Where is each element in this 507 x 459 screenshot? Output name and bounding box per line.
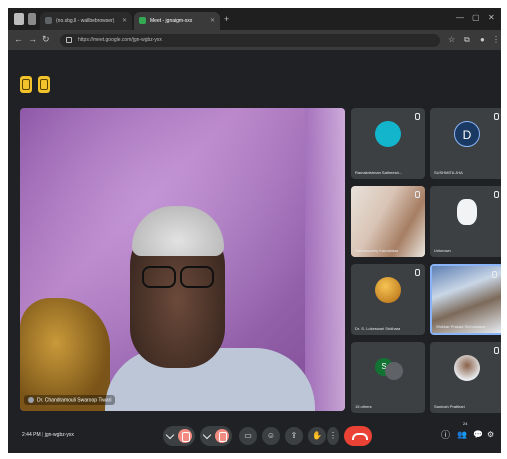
raise-hand-icon: ✋ bbox=[312, 431, 322, 440]
profile-icon[interactable] bbox=[28, 13, 36, 25]
mic-off-icon bbox=[494, 191, 499, 198]
meeting-controls-bar: 2:44 PM | jgn-wgbz-yxx ▭ ☺ ⇪ ✋ ⋮ ⓘ 👥 24 … bbox=[8, 418, 501, 453]
participant-video bbox=[351, 186, 425, 257]
participant-avatar bbox=[457, 199, 477, 225]
info-icon[interactable]: ⓘ bbox=[441, 428, 450, 442]
participant-video bbox=[432, 266, 501, 333]
emoji-button[interactable]: ☺ bbox=[262, 427, 280, 445]
tab-label: (no.sbg.ll - wallbebrowser) bbox=[56, 18, 115, 24]
raise-hand-button[interactable]: ✋ bbox=[308, 427, 326, 445]
participant-tile-group[interactable]: S 15 others bbox=[351, 342, 425, 413]
browser-tab-2[interactable]: Meet - jgnaigm-xxx ✕ bbox=[134, 12, 220, 30]
browser-tab-1[interactable]: (no.sbg.ll - wallbebrowser) ✕ bbox=[40, 12, 132, 30]
meet-favicon-icon bbox=[139, 17, 146, 24]
mic-off-icon bbox=[415, 269, 420, 276]
mic-off-icon bbox=[494, 113, 499, 120]
emoji-icon: ☺ bbox=[266, 431, 276, 440]
participant-tile[interactable]: Santosh Pratihari bbox=[430, 342, 501, 413]
lock-icon bbox=[66, 37, 72, 43]
speaker-hair bbox=[132, 206, 224, 256]
browser-tab-bar: (no.sbg.ll - wallbebrowser) ✕ Meet - jgn… bbox=[8, 8, 501, 30]
participant-avatar bbox=[454, 355, 480, 381]
camera-toggle-button[interactable] bbox=[200, 426, 232, 446]
participant-name: Shikhar Prasad Shrivastava bbox=[436, 324, 486, 329]
close-window-icon[interactable]: ✕ bbox=[488, 12, 495, 24]
recording-indicator-icon[interactable] bbox=[20, 76, 32, 93]
activities-icon[interactable]: ⚙ bbox=[487, 428, 494, 442]
chevron-down-icon[interactable] bbox=[202, 430, 212, 440]
transcript-indicator-icon[interactable] bbox=[38, 76, 50, 93]
tab-label: Meet - jgnaigm-xxx bbox=[150, 18, 193, 24]
more-options-button[interactable]: ⋮ bbox=[327, 427, 339, 445]
people-count-badge: 24 bbox=[463, 421, 468, 426]
main-speaker-name-text: Dr. Chandramouli Swaroop Tiwari bbox=[37, 397, 112, 404]
bookmark-icon[interactable]: ☆ bbox=[448, 34, 455, 45]
participant-avatar bbox=[375, 121, 401, 147]
participant-name: Ramakrishnan Satheesh... bbox=[355, 170, 403, 175]
participant-name: Santosh Pratihari bbox=[434, 404, 465, 409]
participant-avatar: D bbox=[454, 121, 480, 147]
chevron-down-icon[interactable] bbox=[165, 430, 175, 440]
captions-icon: ▭ bbox=[244, 431, 252, 440]
url-field[interactable]: https://meet.google.com/jgn-wgbz-yxx bbox=[60, 34, 440, 47]
url-text: https://meet.google.com/jgn-wgbz-yxx bbox=[78, 37, 162, 43]
participant-avatar bbox=[375, 277, 401, 303]
minimize-icon[interactable]: — bbox=[456, 12, 464, 24]
browser-address-bar: ← → ↻ https://meet.google.com/jgn-wgbz-y… bbox=[8, 30, 501, 50]
participant-tile-speaking[interactable]: Shikhar Prasad Shrivastava bbox=[430, 264, 501, 335]
people-icon[interactable]: 👥 bbox=[457, 428, 467, 442]
window-icon bbox=[14, 13, 24, 25]
tab-close-icon[interactable]: ✕ bbox=[210, 12, 215, 30]
chat-icon[interactable]: 💬 bbox=[473, 428, 483, 442]
background-curtain bbox=[305, 108, 345, 411]
mic-toggle-button[interactable] bbox=[163, 426, 195, 446]
participant-avatar-2 bbox=[385, 362, 403, 380]
tab-favicon-icon bbox=[45, 17, 52, 24]
mic-off-icon bbox=[494, 347, 499, 354]
maximize-icon[interactable]: ▢ bbox=[472, 12, 480, 24]
tab-close-icon[interactable]: ✕ bbox=[122, 12, 127, 30]
meeting-code: jgn-wgbz-yxx bbox=[44, 432, 74, 438]
participant-tile[interactable]: D SUSHMITA JHA bbox=[430, 108, 501, 179]
mic-status-icon bbox=[28, 397, 34, 403]
camera-off-icon bbox=[215, 429, 229, 443]
speaker-glasses bbox=[138, 266, 218, 290]
meet-window: (no.sbg.ll - wallbebrowser) ✕ Meet - jgn… bbox=[8, 8, 501, 453]
mic-off-icon bbox=[415, 191, 420, 198]
participant-name: Ramaswamy Kamalakar bbox=[355, 248, 399, 253]
main-speaker-name: Dr. Chandramouli Swaroop Tiwari bbox=[24, 395, 116, 406]
more-vert-icon: ⋮ bbox=[329, 431, 337, 440]
participant-tile[interactable]: Unknown bbox=[430, 186, 501, 257]
reload-icon[interactable]: ↻ bbox=[42, 34, 50, 45]
back-icon[interactable]: ← bbox=[14, 34, 23, 45]
mic-on-icon bbox=[492, 271, 497, 278]
participant-name: SUSHMITA JHA bbox=[434, 170, 463, 175]
participant-name: Unknown bbox=[434, 248, 451, 253]
new-tab-button[interactable]: + bbox=[224, 12, 229, 26]
extensions-icon[interactable]: ⧉ bbox=[464, 34, 470, 45]
mic-off-icon bbox=[178, 429, 192, 443]
meeting-info: 2:44 PM | jgn-wgbz-yxx bbox=[22, 432, 74, 438]
participant-tile[interactable]: Dr. S. Lokeswari Sridhara bbox=[351, 264, 425, 335]
participant-tile[interactable]: Ramaswamy Kamalakar bbox=[351, 186, 425, 257]
present-button[interactable]: ⇪ bbox=[285, 427, 303, 445]
meeting-time: 2:44 PM bbox=[22, 432, 41, 438]
present-icon: ⇪ bbox=[290, 431, 298, 440]
mic-off-icon bbox=[415, 113, 420, 120]
main-speaker-video[interactable]: Dr. Chandramouli Swaroop Tiwari bbox=[20, 108, 345, 411]
captions-button[interactable]: ▭ bbox=[239, 427, 257, 445]
browser-menu-icon[interactable]: ⋮ bbox=[492, 34, 500, 45]
meet-stage: Dr. Chandramouli Swaroop Tiwari Ramakris… bbox=[8, 50, 501, 453]
leave-call-button[interactable] bbox=[344, 426, 372, 446]
participant-name: Dr. S. Lokeswari Sridhara bbox=[355, 326, 401, 331]
participant-tile[interactable]: Ramakrishnan Satheesh... bbox=[351, 108, 425, 179]
profile-avatar-icon[interactable]: ● bbox=[480, 34, 485, 45]
participant-name: 15 others bbox=[355, 404, 372, 409]
forward-icon[interactable]: → bbox=[28, 34, 37, 45]
